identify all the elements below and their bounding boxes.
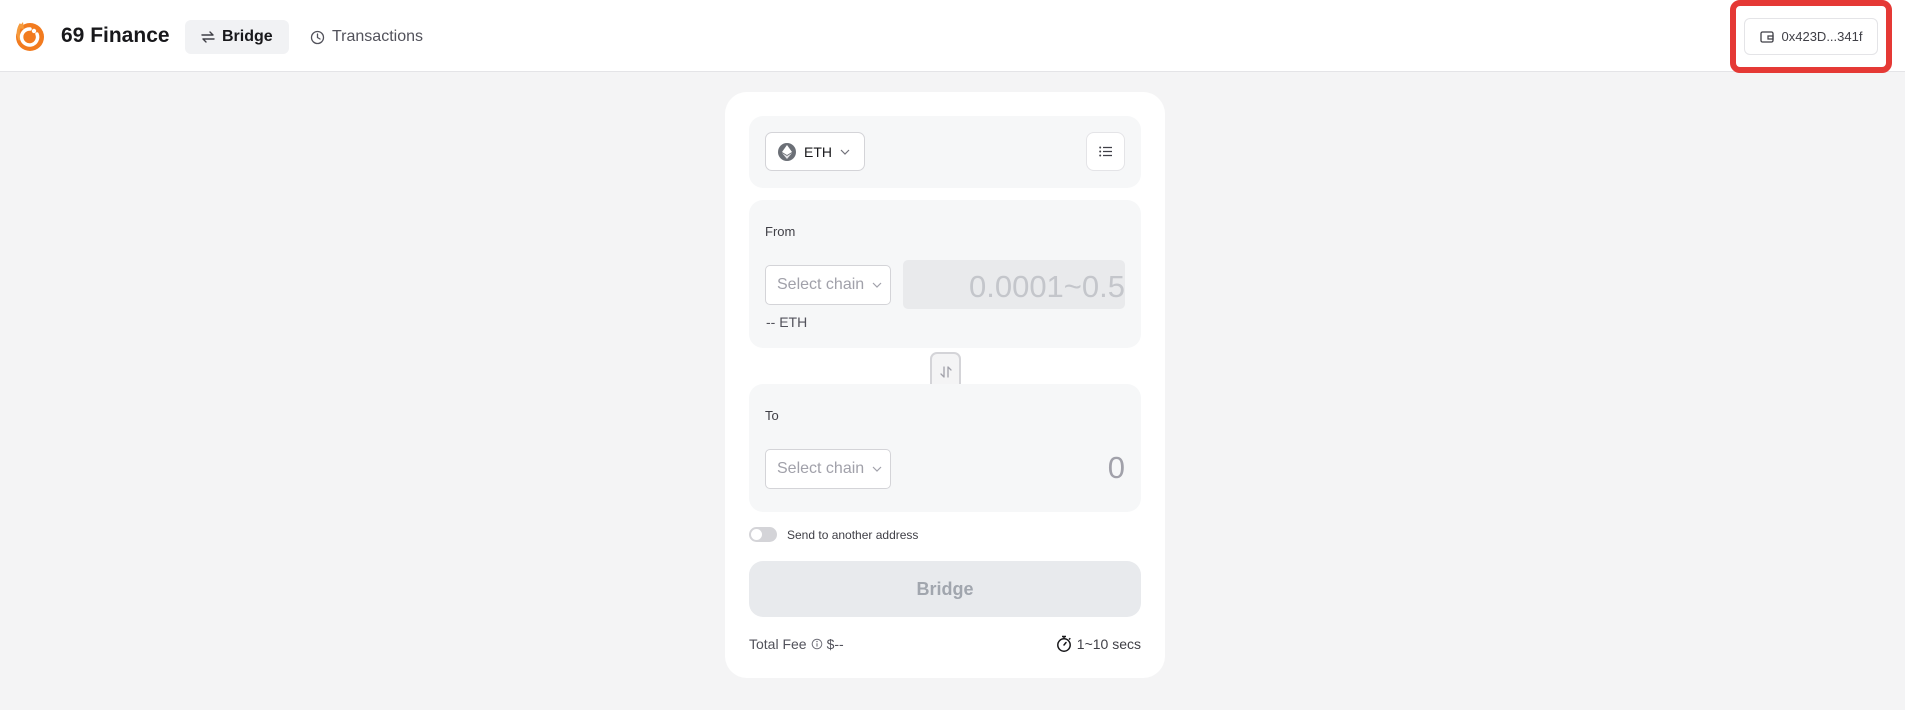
time-value: 1~10 secs: [1076, 635, 1141, 652]
time-row: 1~10 secs: [1056, 635, 1141, 652]
fee-value: $--: [826, 636, 844, 652]
token-select[interactable]: ETH: [765, 132, 865, 171]
send-to-another-toggle[interactable]: [749, 527, 777, 542]
bridge-card: ETH From Select chain 0.0001~0.5 -- ETH: [725, 92, 1165, 678]
swap-vertical-icon: [939, 365, 952, 378]
send-to-another-label: Send to another address: [787, 527, 919, 542]
list-icon: [1098, 146, 1112, 157]
send-to-another-row: Send to another address: [749, 527, 918, 542]
from-amount-placeholder: 0.0001~0.5: [968, 268, 1125, 304]
to-panel: To Select chain 0: [749, 384, 1141, 512]
tab-bridge-label: Bridge: [222, 28, 273, 45]
info-icon[interactable]: [811, 638, 823, 650]
chevron-down-icon: [840, 149, 850, 155]
bridge-submit-button[interactable]: Bridge: [749, 561, 1141, 617]
logo-icon[interactable]: [12, 18, 46, 52]
to-amount: 0: [1107, 450, 1125, 485]
history-icon: [310, 30, 325, 44]
wallet-button[interactable]: 0x423D...341f: [1744, 18, 1878, 55]
chevron-down-icon: [872, 282, 882, 288]
tab-bridge[interactable]: Bridge: [185, 20, 289, 54]
to-chain-select[interactable]: Select chain: [765, 449, 891, 489]
chevron-down-icon: [872, 466, 882, 472]
wallet-icon: [1759, 30, 1774, 43]
fee-label: Total Fee: [749, 636, 807, 652]
from-label: From: [765, 224, 796, 239]
fee-row: Total Fee $--: [749, 636, 844, 652]
from-balance: -- ETH: [766, 314, 808, 330]
to-label: To: [765, 408, 779, 423]
top-header: 69 Finance Bridge Transactions 0x423D...…: [0, 0, 1905, 73]
swap-arrows-icon: [201, 31, 215, 43]
tab-transactions-label: Transactions: [332, 28, 423, 45]
from-amount-input[interactable]: 0.0001~0.5: [903, 260, 1125, 309]
stopwatch-icon: [1056, 635, 1071, 652]
to-chain-placeholder: Select chain: [777, 460, 865, 477]
eth-icon: [778, 142, 796, 161]
wallet-address: 0x423D...341f: [1781, 29, 1863, 44]
token-list-button[interactable]: [1086, 132, 1125, 171]
from-panel: From Select chain 0.0001~0.5 -- ETH: [749, 200, 1141, 348]
token-symbol: ETH: [804, 143, 832, 160]
token-panel: ETH: [749, 116, 1141, 188]
from-chain-select[interactable]: Select chain: [765, 265, 891, 305]
from-chain-placeholder: Select chain: [777, 276, 865, 293]
brand-name: 69 Finance: [61, 24, 170, 47]
tab-transactions[interactable]: Transactions: [294, 20, 439, 54]
